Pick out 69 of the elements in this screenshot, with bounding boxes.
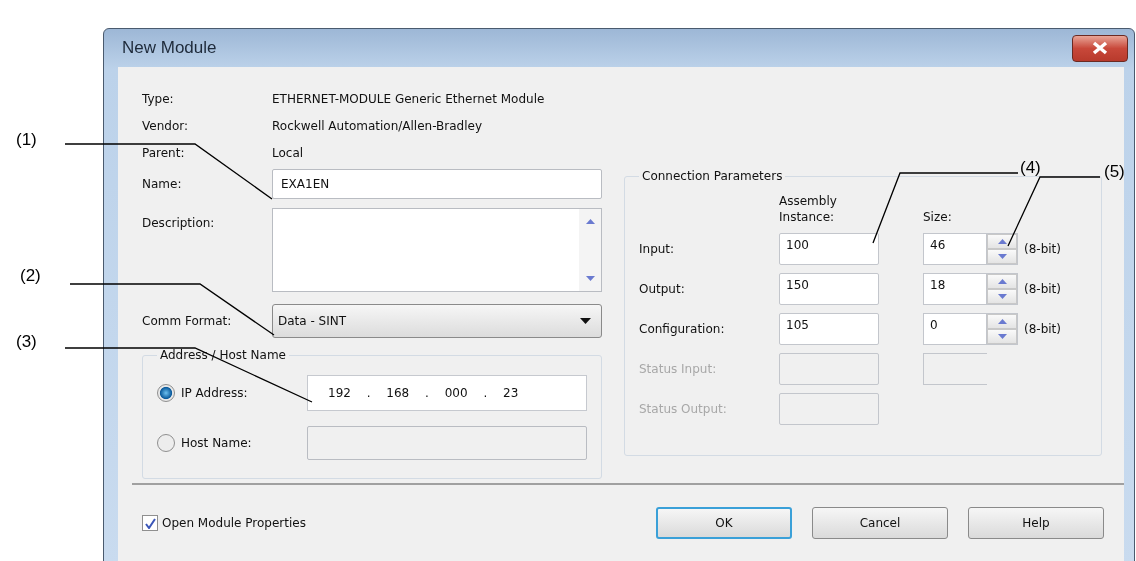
radio-label: IP Address: [181, 386, 249, 400]
row-label: Status Input: [639, 362, 718, 376]
size-value: 46 [929, 237, 947, 254]
radio-button[interactable] [157, 434, 175, 452]
open-properties-checkbox[interactable]: Open Module Properties [142, 515, 306, 531]
unit-label: (8-bit) [1023, 242, 1062, 256]
assembly-input[interactable] [779, 393, 879, 425]
radio-label: Host Name: [181, 436, 253, 450]
comm-format-dropdown[interactable]: Data - SINT [272, 304, 602, 338]
spin-down-button[interactable] [987, 249, 1017, 264]
callout-number: (3) [16, 332, 37, 352]
radio-button[interactable] [157, 384, 175, 402]
row-label: Output: [639, 282, 686, 296]
description-input[interactable] [272, 208, 602, 292]
callout-number: (1) [16, 130, 37, 150]
checkmark-icon [144, 517, 156, 529]
spin-up-button[interactable] [987, 234, 1017, 249]
field-value: Local [272, 145, 304, 160]
row-label: Configuration: [639, 322, 726, 336]
dropdown-caret-icon [580, 318, 591, 324]
name-input[interactable]: EXA1EN [272, 169, 602, 199]
column-header: Size: [923, 209, 953, 225]
field-label: Description: [142, 215, 216, 230]
spin-down-button[interactable] [987, 289, 1017, 304]
size-value: 0 [929, 317, 939, 334]
field-value: ETHERNET-MODULE Generic Ethernet Module [272, 91, 545, 106]
assembly-input[interactable]: 150 [779, 273, 879, 305]
field-value: Rockwell Automation/Allen-Bradley [272, 118, 483, 133]
down-arrow-icon [997, 294, 1007, 299]
spin-down-button[interactable] [987, 329, 1017, 344]
assembly-input[interactable]: 100 [779, 233, 879, 265]
size-spinner[interactable]: 46 [923, 233, 1018, 265]
dialog-button[interactable]: Help [968, 507, 1104, 539]
assembly-input[interactable]: 105 [779, 313, 879, 345]
callout-number: (2) [20, 266, 41, 286]
up-arrow-icon [997, 279, 1007, 284]
up-arrow-icon [997, 239, 1007, 244]
field-label: Type: [142, 91, 175, 106]
unit-label: (8-bit) [1023, 282, 1062, 296]
host-name-input[interactable] [307, 426, 587, 460]
down-arrow-icon [997, 254, 1007, 259]
down-arrow-icon [585, 276, 595, 281]
checkbox-label: Open Module Properties [162, 516, 306, 530]
dialog-button[interactable]: Cancel [812, 507, 948, 539]
group-title: Connection Parameters [641, 169, 784, 183]
down-arrow-icon [997, 334, 1007, 339]
size-value: 18 [929, 277, 947, 294]
callout-number: (5) [1104, 162, 1125, 182]
row-label: Input: [639, 242, 676, 256]
size-spinner[interactable]: 18 [923, 273, 1018, 305]
assembly-input[interactable] [779, 353, 879, 385]
close-button[interactable] [1072, 34, 1128, 62]
field-label: Comm Format: [142, 314, 233, 328]
up-arrow-icon [585, 219, 595, 224]
unit-label: (8-bit) [1023, 322, 1062, 336]
callout-number: (4) [1020, 158, 1041, 178]
field-label: Name: [142, 177, 183, 191]
field-label: Parent: [142, 145, 186, 160]
close-icon [1090, 41, 1110, 55]
size-spinner[interactable]: 0 [923, 313, 1018, 345]
field-label: Vendor: [142, 118, 189, 133]
row-label: Status Output: [639, 402, 728, 416]
dialog-button[interactable]: OK [656, 507, 792, 539]
ip-address-input[interactable]: 192 . 168 . 000 . 23 [307, 375, 587, 411]
checkbox[interactable] [142, 515, 158, 531]
window-title: New Module [122, 38, 217, 58]
up-arrow-icon [997, 319, 1007, 324]
column-header: Assembly Instance: [779, 193, 838, 225]
scrollbar[interactable] [579, 209, 601, 291]
